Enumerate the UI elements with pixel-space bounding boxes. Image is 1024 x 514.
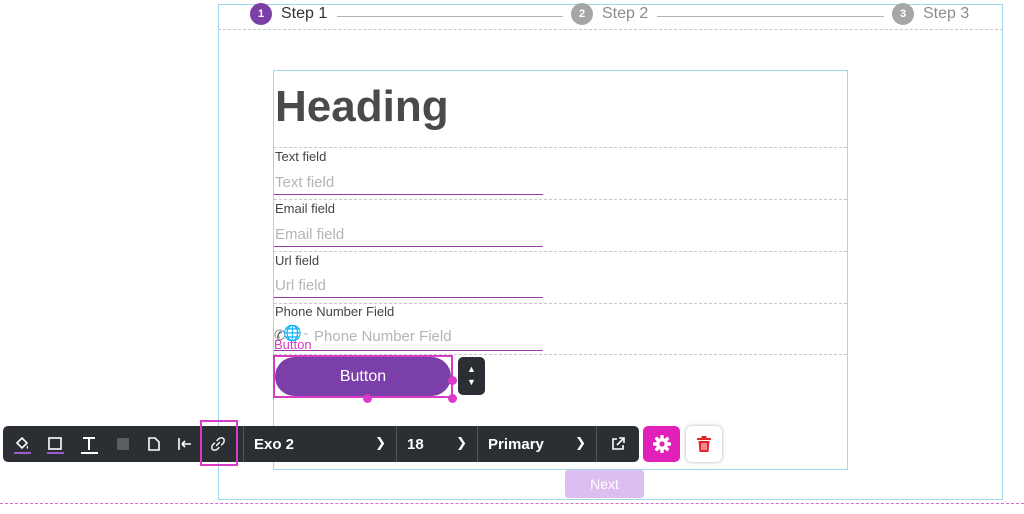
corner-style-icon[interactable] bbox=[140, 426, 168, 462]
phone-field: ✆ 🌐 ⌄ bbox=[274, 324, 543, 351]
step-2[interactable]: 2 Step 2 bbox=[571, 3, 648, 25]
chevron-down-icon: ❯ bbox=[456, 435, 467, 450]
row-divider bbox=[274, 147, 847, 148]
next-button[interactable]: Next bbox=[565, 470, 644, 498]
reorder-control[interactable]: ▲ ▼ bbox=[458, 357, 485, 395]
step-connector-1 bbox=[337, 16, 563, 17]
url-field-label: Url field bbox=[275, 253, 320, 268]
step-1-number: 1 bbox=[250, 3, 272, 25]
step-1-label: Step 1 bbox=[281, 5, 328, 22]
step-1[interactable]: 1 Step 1 bbox=[250, 3, 327, 25]
align-left-icon[interactable] bbox=[171, 426, 199, 462]
font-size-value: 18 bbox=[407, 435, 424, 453]
button-style-value: Primary bbox=[488, 435, 544, 453]
step-2-label: Step 2 bbox=[602, 5, 649, 22]
step-3-number: 3 bbox=[892, 3, 914, 25]
step-3-label: Step 3 bbox=[923, 5, 970, 22]
primary-button[interactable]: Button bbox=[275, 357, 451, 396]
fill-color-icon[interactable] bbox=[8, 426, 36, 462]
font-family-value: Exo 2 bbox=[254, 435, 295, 453]
gear-icon bbox=[652, 435, 671, 453]
font-size-select[interactable]: 18 ❯ bbox=[397, 426, 477, 462]
step-connector-2 bbox=[657, 16, 884, 17]
trash-icon bbox=[697, 436, 711, 452]
open-external-icon[interactable] bbox=[603, 426, 633, 462]
element-toolbar: Exo 2 ❯ 18 ❯ Primary ❯ bbox=[3, 426, 639, 462]
settings-button[interactable] bbox=[643, 426, 680, 462]
chevron-up-icon[interactable]: ▲ bbox=[467, 363, 476, 376]
background-square-icon[interactable] bbox=[109, 426, 137, 462]
text-field-label: Text field bbox=[275, 149, 327, 164]
delete-button[interactable] bbox=[686, 426, 722, 462]
chevron-down-icon: ❯ bbox=[375, 435, 386, 450]
email-field-label: Email field bbox=[275, 201, 335, 216]
row-divider bbox=[274, 199, 847, 200]
row-divider bbox=[274, 251, 847, 252]
email-field-input[interactable] bbox=[274, 223, 543, 247]
phone-field-label: Phone Number Field bbox=[275, 304, 395, 319]
border-color-icon[interactable] bbox=[41, 426, 69, 462]
button-element-caption: Button bbox=[274, 337, 312, 352]
link-tool-highlight bbox=[200, 420, 238, 466]
page-boundary bbox=[0, 503, 1024, 504]
phone-field-input[interactable] bbox=[314, 326, 542, 346]
chevron-down-icon: ❯ bbox=[575, 435, 586, 450]
resize-handle-corner[interactable] bbox=[448, 394, 457, 403]
text-field-input[interactable] bbox=[274, 171, 543, 195]
resize-handle-bottom[interactable] bbox=[363, 394, 372, 403]
button-style-select[interactable]: Primary ❯ bbox=[478, 426, 596, 462]
resize-handle-right[interactable] bbox=[448, 376, 457, 385]
text-color-icon[interactable] bbox=[75, 426, 103, 462]
chevron-down-icon[interactable]: ▼ bbox=[467, 376, 476, 389]
page-heading[interactable]: Heading bbox=[275, 82, 449, 132]
toolbar-divider bbox=[596, 426, 597, 462]
url-field-input[interactable] bbox=[274, 274, 543, 298]
step-3[interactable]: 3 Step 3 bbox=[892, 3, 969, 25]
font-family-select[interactable]: Exo 2 ❯ bbox=[244, 426, 396, 462]
step-2-number: 2 bbox=[571, 3, 593, 25]
